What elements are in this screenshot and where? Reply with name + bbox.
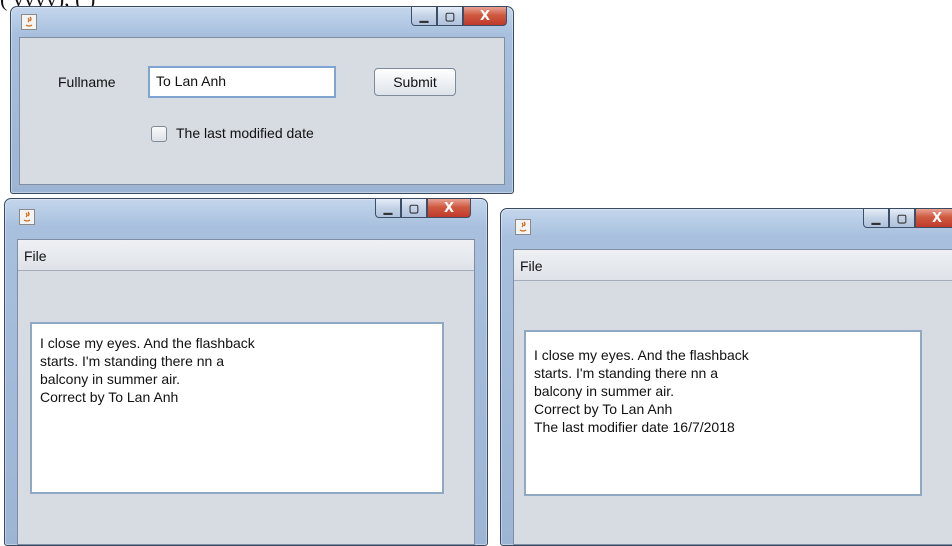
maximize-icon[interactable]: ▢ [889,209,915,228]
text-line: balcony in summer air. [534,383,675,399]
close-icon[interactable]: X [463,7,507,26]
text-line: starts. I'm standing there nn a [534,365,718,381]
text-window-left-client: File I close my eyes. And the flashback … [17,239,475,545]
java-app-icon[interactable] [19,209,35,225]
form-window: ▁ ▢ X Fullname To Lan Anh Submit The las… [10,6,514,194]
menu-bar: File [514,250,952,281]
text-line: The last modifier date 16/7/2018 [534,419,735,435]
menu-file[interactable]: File [520,258,543,274]
text-line: starts. I'm standing there nn a [40,353,224,369]
window-controls: ▁ ▢ X [411,7,507,26]
close-icon[interactable]: X [915,209,952,228]
submit-button[interactable]: Submit [374,68,456,96]
minimize-icon[interactable]: ▁ [863,209,889,228]
fullname-input[interactable]: To Lan Anh [148,66,336,98]
java-app-icon[interactable] [515,219,531,235]
maximize-icon[interactable]: ▢ [401,199,427,218]
menu-bar: File [18,240,474,271]
text-area[interactable]: I close my eyes. And the flashback start… [524,330,922,496]
close-icon[interactable]: X [427,199,471,218]
text-line: I close my eyes. And the flashback [534,347,749,363]
text-window-right-client: File I close my eyes. And the flashback … [513,249,952,545]
fullname-label: Fullname [58,74,116,90]
text-line: Correct by To Lan Anh [40,389,179,405]
menu-file[interactable]: File [24,248,47,264]
minimize-icon[interactable]: ▁ [375,199,401,218]
last-modified-date-label[interactable]: The last modified date [176,125,314,141]
minimize-icon[interactable]: ▁ [411,7,437,26]
form-window-client: Fullname To Lan Anh Submit The last modi… [19,37,505,185]
text-window-left: ▁ ▢ X File I close my eyes. And the flas… [4,198,488,546]
text-line: I close my eyes. And the flashback [40,335,255,351]
text-window-right-titlebar[interactable]: ▁ ▢ X [501,209,952,239]
text-line: Correct by To Lan Anh [534,401,673,417]
window-controls: ▁ ▢ X [863,209,952,228]
form-window-titlebar[interactable]: ▁ ▢ X [11,7,513,37]
maximize-icon[interactable]: ▢ [437,7,463,26]
text-line: balcony in summer air. [40,371,181,387]
last-modified-date-checkbox[interactable] [151,126,167,142]
window-controls: ▁ ▢ X [375,199,471,218]
text-window-left-titlebar[interactable]: ▁ ▢ X [5,199,487,229]
text-window-right: ▁ ▢ X File I close my eyes. And the flas… [500,208,952,546]
java-app-icon[interactable] [21,14,37,30]
text-area[interactable]: I close my eyes. And the flashback start… [30,322,444,494]
